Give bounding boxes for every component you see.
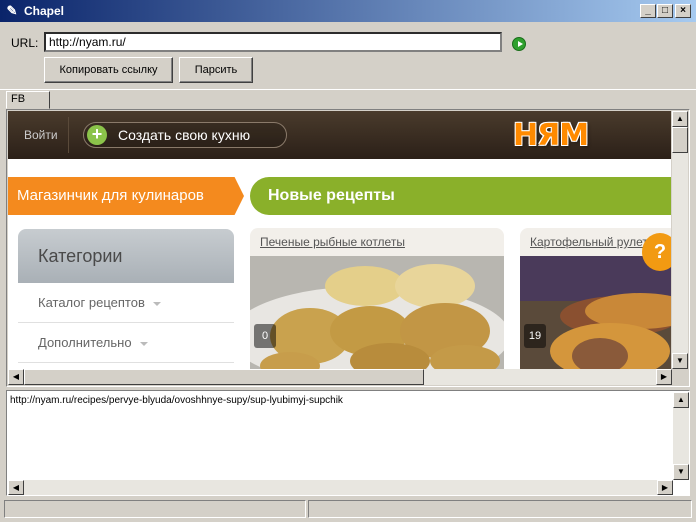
category-item[interactable]: Каталог рецептов [18,283,234,323]
title-bar: ✎ Chapel _ □ × [0,0,696,22]
tab-fb[interactable]: FB [6,91,50,109]
status-panel-right [308,500,692,518]
maximize-button[interactable]: □ [657,4,673,18]
shop-banner[interactable]: Магазинчик для кулинаров [8,177,244,215]
scroll-up-icon[interactable]: ▲ [673,392,689,408]
minimize-button[interactable]: _ [640,4,656,18]
status-panel-left [4,500,306,518]
url-label: URL: [11,36,39,50]
scroll-right-icon[interactable]: ▶ [657,480,673,495]
scroll-left-icon[interactable]: ◀ [8,369,24,385]
category-item[interactable]: Дополнительно [18,323,234,363]
vertical-scroll-thumb[interactable] [672,127,688,153]
output-horizontal-scrollbar[interactable] [8,480,673,495]
output-text: http://nyam.ru/recipes/pervye-blyuda/ovo… [10,395,343,406]
chevron-down-icon [152,301,161,306]
plus-icon: + [87,125,107,145]
help-button[interactable]: ? [642,233,671,271]
site-logo[interactable]: НЯМ [513,118,589,153]
chevron-down-icon [139,341,148,346]
new-recipes-header: Новые рецепты [250,177,671,215]
scroll-left-icon[interactable]: ◀ [8,480,24,495]
go-icon[interactable] [512,37,526,51]
categories-panel: Категории Каталог рецептов Дополнительно [18,229,234,369]
recipe-card[interactable]: Печеные рыбные котлеты 0 [250,228,504,369]
photo-count-badge: 0 [254,324,276,348]
parse-button[interactable]: Парсить [179,57,253,83]
recipe-image[interactable] [520,256,671,369]
url-input[interactable]: http://nyam.ru/ [44,32,502,52]
horizontal-scroll-thumb[interactable] [24,369,424,385]
create-kitchen-label: Создать свою кухню [118,127,251,143]
app-icon: ✎ [6,3,18,18]
site-header: Войти + Создать свою кухню НЯМ [8,111,671,159]
recipe-image[interactable] [250,256,504,369]
browser-view: Войти + Создать свою кухню НЯМ Магазинчи… [8,111,671,369]
recipe-title[interactable]: Картофельный рулет [530,235,648,249]
window-title: Chapel [24,4,65,18]
scroll-down-icon[interactable]: ▼ [673,464,689,480]
photo-count-badge: 19 [524,324,546,348]
categories-title: Категории [18,229,234,283]
scroll-right-icon[interactable]: ▶ [656,369,672,385]
scroll-down-icon[interactable]: ▼ [672,353,688,369]
login-link[interactable]: Войти [24,128,58,142]
close-button[interactable]: × [675,4,691,18]
recipe-title[interactable]: Печеные рыбные котлеты [260,235,405,249]
create-kitchen-button[interactable]: + Создать свою кухню [83,122,287,148]
copy-link-button[interactable]: Копировать ссылку [44,57,173,83]
scroll-up-icon[interactable]: ▲ [672,111,688,127]
